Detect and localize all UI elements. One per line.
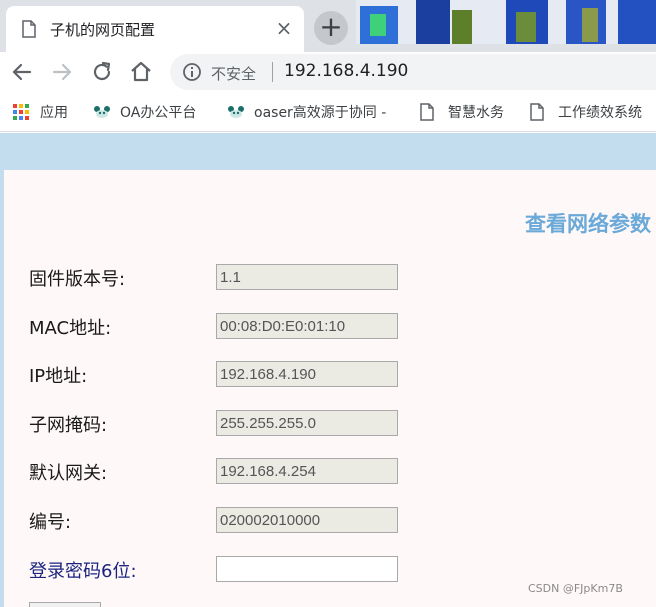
page-icon [22,20,36,38]
firmware-version-field[interactable] [216,264,398,290]
address-bar[interactable]: 不安全 192.168.4.190 [170,54,656,90]
close-tab-icon[interactable]: × [274,18,294,38]
url-divider [272,62,273,82]
default-gateway-label: 默认网关: [29,463,108,484]
page-icon [530,103,548,121]
page-content: 查看网络参数 固件版本号: MAC地址: IP地址: 子网掩码: 默认网关: 编… [0,133,656,607]
apps-grid-icon [12,103,30,121]
mac-address-label: MAC地址: [29,318,112,339]
watermark: CSDN @FJpKm7B [528,582,623,595]
url-text[interactable]: 192.168.4.190 [284,61,408,81]
config-panel: 查看网络参数 固件版本号: MAC地址: IP地址: 子网掩码: 默认网关: 编… [4,170,656,607]
tab-title: 子机的网页配置 [50,21,156,39]
forward-button[interactable] [48,58,76,86]
login-password-field[interactable] [216,556,398,582]
browser-toolbar: 不安全 192.168.4.190 [0,52,656,92]
mac-address-field[interactable] [216,313,398,339]
view-network-params-link[interactable]: 查看网络参数 [525,208,651,238]
bookmark-label: OA办公平台 [120,105,197,121]
bookmark-label: 工作绩效系统 [558,105,642,121]
page-icon [420,103,438,121]
tab-strip: 子机的网页配置 × + [0,0,656,52]
device-number-field[interactable] [216,507,398,533]
ip-address-field[interactable] [216,361,398,387]
subnet-mask-label: 子网掩码: [29,415,108,436]
subnet-mask-field[interactable] [216,410,398,436]
firmware-version-label: 固件版本号: [29,269,126,290]
bookmarks-bar: 应用 OA办公平台 oaser高效源于协同 - 智慧水务 工作绩效系统 [0,92,656,132]
security-status: 不安全 [211,65,257,83]
default-gateway-field[interactable] [216,458,398,484]
ip-address-label: IP地址: [29,366,88,387]
bookmark-label: 应用 [40,105,68,121]
new-tab-button[interactable]: + [314,11,348,45]
reload-button[interactable] [88,58,116,86]
back-button[interactable] [8,58,36,86]
info-icon[interactable] [182,62,202,82]
bookmark-label: 智慧水务 [448,105,504,121]
panda-icon [92,103,110,121]
device-number-label: 编号: [29,512,72,533]
background-deco [356,0,656,44]
submit-button[interactable] [29,602,101,607]
home-button[interactable] [127,58,155,86]
panda-icon [226,103,244,121]
login-password-label: 登录密码6位: [29,561,137,582]
bookmark-label: oaser高效源于协同 - [254,105,387,121]
active-tab[interactable]: 子机的网页配置 × [6,6,304,52]
